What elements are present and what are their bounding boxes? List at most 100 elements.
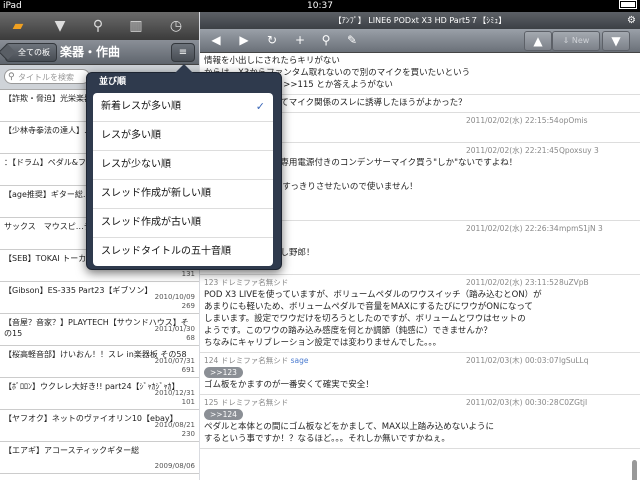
post-body-line: POD X3 LIVEを使っていますが、ボリュームペダルのワウスイッチ（踏み込む… bbox=[204, 290, 542, 300]
post-number: 125 bbox=[204, 398, 219, 407]
thread-count: 269 bbox=[181, 302, 195, 310]
poster-id[interactable]: opOmis bbox=[559, 115, 588, 127]
post-number: 124 bbox=[204, 356, 219, 365]
search-input[interactable]: タイトルを検索 bbox=[4, 69, 90, 85]
sort-option-label: スレッド作成が新しい順 bbox=[101, 188, 211, 199]
new-label: New bbox=[571, 36, 590, 45]
thread-count: 131 bbox=[181, 270, 195, 278]
all-boards-back-button[interactable]: 全ての板 bbox=[5, 43, 57, 62]
back-arrow-icon[interactable]: ◀ bbox=[206, 31, 226, 49]
reply-anchor-link[interactable]: >>123 bbox=[204, 367, 243, 378]
post-body-line: ようです。このワウの踏み込み感度を何とか調節（鈍感に）できませんか？ bbox=[204, 326, 492, 336]
sort-option-list: 新着レスが多い順 ✓ レスが多い順 レスが少ない順スレッド作成が新しい順 スレッド作成が… bbox=[93, 93, 273, 266]
search-icon[interactable]: ⚲ bbox=[316, 31, 336, 49]
bookmark-icon[interactable]: ▼ bbox=[50, 16, 70, 36]
scroll-down-button[interactable]: ▼ bbox=[602, 31, 630, 51]
sort-option[interactable]: スレッド作成が新しい順 bbox=[93, 180, 273, 209]
post-body-line: 情報を小出しにされたらキリがない bbox=[204, 56, 340, 66]
post-date: 2011/02/03(木) 00:30:28 bbox=[466, 398, 559, 407]
thread-title: 【ｱﾝﾌﾟ】 LINE6 PODxt X3 HD Part5７【ｼﾐｭ】 bbox=[333, 16, 507, 25]
post-header: 124 ドレミファ名無シド sage 2011/02/03(木) 00:03:07… bbox=[204, 355, 636, 367]
sort-option[interactable]: スレッド作成が古い順 bbox=[93, 209, 273, 238]
thread-list-item[interactable]: 【Gibson】ES-335 Part23【ギブソン】 2010/10/09 269 bbox=[0, 282, 199, 314]
post: 123 ドレミファ名無シド 2011/02/02(水) 23:11:52 8uZV… bbox=[200, 275, 640, 353]
post-date: 2011/02/02(水) 22:26:34 bbox=[466, 224, 559, 233]
thread-count: 101 bbox=[181, 398, 195, 406]
post-header: 125 ドレミファ名無シド 2011/02/03(木) 00:30:28 C0ZG… bbox=[204, 397, 636, 409]
sort-option[interactable]: レスが少ない順 bbox=[93, 151, 273, 180]
poster-name: ドレミファ名無シド bbox=[220, 356, 289, 365]
reload-icon[interactable]: ↻ bbox=[262, 31, 282, 49]
board-nav-bar: 全ての板 楽器・作曲 ≡ bbox=[0, 40, 199, 65]
checkmark-icon: ✓ bbox=[255, 100, 265, 113]
sort-option[interactable]: 新着レスが多い順 ✓ bbox=[93, 93, 273, 122]
poster-id[interactable]: C0ZGtjI bbox=[559, 397, 587, 409]
sort-option-label: スレッドタイトルの五十音順 bbox=[101, 246, 231, 257]
thread-count: 230 bbox=[181, 430, 195, 438]
board-title: 楽器・作曲 bbox=[60, 45, 121, 59]
popover-title: 並び順 bbox=[99, 77, 127, 87]
search-icon[interactable]: ⚲ bbox=[88, 16, 108, 36]
sort-option-label: 新着レスが多い順 bbox=[101, 101, 181, 112]
battery-icon bbox=[616, 0, 637, 12]
post-date: 2011/02/02(水) 22:21:45 bbox=[466, 146, 559, 155]
post-body-line: ペダルと本体との間にゴム板などをかまして、MAX以上踏み込めないように bbox=[204, 422, 495, 432]
sort-option-label: スレッド作成が古い順 bbox=[101, 217, 201, 228]
poster-id[interactable]: lgSuLLq bbox=[559, 355, 588, 367]
poster-name: ドレミファ名無シド bbox=[220, 398, 289, 407]
clock: 10:37 bbox=[307, 1, 333, 11]
thread-list-item[interactable]: 【ヤフオク】ネットのヴァイオリン10【ebay】 2010/08/21 230 bbox=[0, 410, 199, 442]
thread-date: 2010/07/31 bbox=[154, 357, 195, 365]
sort-option[interactable]: スレッドタイトルの五十音順 bbox=[93, 238, 273, 266]
thread-count: 691 bbox=[181, 366, 195, 374]
poster-name: ドレミファ名無シド bbox=[220, 278, 289, 287]
sort-option-label: レスが少ない順 bbox=[101, 159, 171, 170]
poster-id[interactable]: 8uZVpB bbox=[559, 277, 589, 289]
sort-option[interactable]: レスが多い順 bbox=[93, 122, 273, 151]
post-header: 123 ドレミファ名無シド 2011/02/02(水) 23:11:52 8uZV… bbox=[204, 277, 636, 289]
thread-date: 2010/08/21 bbox=[154, 421, 195, 429]
sort-popover: 並び順 新着レスが多い順 ✓ レスが多い順 レスが少ない順 スレッド作成が新しい順 スレッ… bbox=[86, 64, 282, 270]
thread-title-bar: 【ｱﾝﾌﾟ】 LINE6 PODxt X3 HD Part5７【ｼﾐｭ】 ⚙ bbox=[200, 12, 640, 29]
post-body-line: あまりにも軽いため、ボリュームペダルで音量をMAXにするたびにワウがONになって bbox=[204, 302, 533, 312]
compose-icon[interactable]: ✎ bbox=[342, 31, 362, 49]
post: 125 ドレミファ名無シド 2011/02/03(木) 00:30:28 C0ZG… bbox=[200, 395, 640, 449]
thread-date: 2009/08/06 bbox=[154, 462, 195, 470]
post: 124 ドレミファ名無シド sage 2011/02/03(木) 00:03:07… bbox=[200, 353, 640, 395]
sort-menu-button[interactable]: ≡ bbox=[171, 43, 195, 62]
add-icon[interactable]: + bbox=[290, 31, 310, 49]
sort-option-label: レスが多い順 bbox=[101, 130, 161, 141]
thread-list-item[interactable]: 【音屋？音家？】PLAYTECH【サウンドハウス】その15 2011/01/30 6… bbox=[0, 314, 199, 346]
thread-list-item[interactable]: 【桜高軽音部】けいおん！！スレ in楽器板 その58 2010/07/31 691 bbox=[0, 346, 199, 378]
post-body-line: するという事ですか！？なるほど。。。それしか無いですかねぇ。 bbox=[204, 434, 450, 444]
thread-count: 68 bbox=[186, 334, 195, 342]
post-body-line: ゴム板をかますのが一番安くて確実で安全！ bbox=[204, 380, 374, 390]
post-body-line: ちなみにキャリブレーション設定では変わりませんでした。。。 bbox=[204, 338, 442, 348]
thread-toolbar: ◀ ▶ ↻ + ⚲ ✎ ▲ ⇓ New ▼ bbox=[200, 29, 640, 53]
scrollbar[interactable] bbox=[632, 460, 637, 480]
forward-arrow-icon[interactable]: ▶ bbox=[234, 31, 254, 49]
post-date: 2011/02/02(水) 22:15:54 bbox=[466, 116, 559, 125]
post-body-line: しまいます。設定でワウだけを切ろうとしたのですが、ボリュームとワウはセットの bbox=[204, 314, 526, 324]
new-posts-button[interactable]: ⇓ New bbox=[552, 31, 600, 51]
thread-date: 2011/01/30 bbox=[154, 325, 195, 333]
thread-title: 【エアギ】アコースティックギター総 bbox=[4, 446, 140, 455]
post-date: 2011/02/03(木) 00:03:07 bbox=[466, 356, 559, 365]
thread-list-item[interactable]: 【ﾎﾞﾛﾛﾝ】ウクレレ大好き!! part24【ｼﾞｬｶｼﾞｬｶ】 2010/12… bbox=[0, 378, 199, 410]
status-bar: iPad 10:37 bbox=[0, 0, 640, 12]
history-icon[interactable]: ◷ bbox=[166, 16, 186, 36]
left-toolbar: ▰ ▼ ⚲ ▥ ◷ bbox=[0, 12, 199, 40]
thread-date: 2010/10/09 bbox=[154, 293, 195, 301]
gear-icon[interactable]: ⚙ bbox=[627, 12, 636, 29]
poster-id[interactable]: Qpoxsuy 3 bbox=[559, 145, 599, 157]
thread-date: 2010/12/31 bbox=[154, 389, 195, 397]
folder-icon[interactable]: ▰ bbox=[8, 16, 28, 36]
post-number: 123 bbox=[204, 278, 219, 287]
reply-anchor-link[interactable]: >>124 bbox=[204, 409, 243, 420]
book-icon[interactable]: ▥ bbox=[126, 16, 146, 36]
poster-id[interactable]: mpmS1jN 3 bbox=[559, 223, 603, 235]
sage-label: sage bbox=[290, 356, 309, 365]
scroll-up-button[interactable]: ▲ bbox=[524, 31, 552, 51]
thread-list-item[interactable]: 【エアギ】アコースティックギター総 2009/08/06 bbox=[0, 442, 199, 474]
post-date: 2011/02/02(水) 23:11:52 bbox=[466, 278, 559, 287]
